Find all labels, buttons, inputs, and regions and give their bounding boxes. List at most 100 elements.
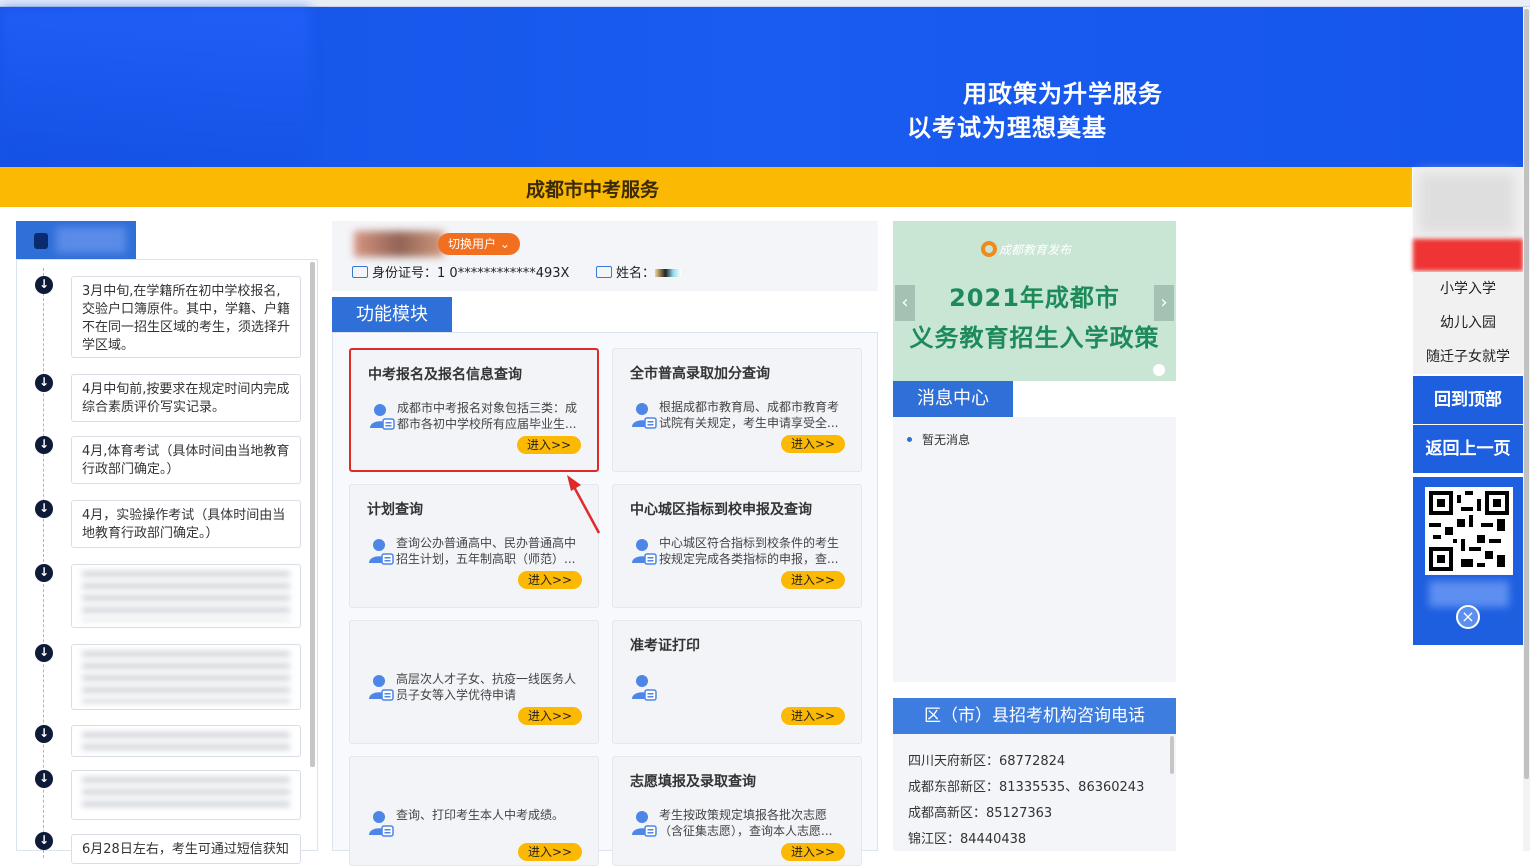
function-card-desc: 中心城区符合指标到校条件的考生按规定完成各类指标的申报，查... xyxy=(659,536,840,566)
timeline-card-blurred xyxy=(71,644,301,710)
function-card-desc: 查询公办普通高中、民办普通高中招生计划，五年制高职（师范）... xyxy=(396,536,577,566)
function-card-title: 中心城区指标到校申报及查询 xyxy=(630,502,812,518)
qr-code-icon xyxy=(1425,487,1513,575)
page-scrollbar[interactable] xyxy=(1523,7,1530,851)
user-document-icon xyxy=(368,809,394,837)
timeline-tab xyxy=(16,221,136,259)
blurred-red xyxy=(1413,239,1523,271)
switch-user-button[interactable]: 切换用户 ⌄ xyxy=(438,233,520,255)
carousel-next-button[interactable]: › xyxy=(1154,285,1174,321)
timeline-panel: ↓ 3月中旬,在学籍所在初中学校报名,交验户口簿原件。其中，学籍、户籍不在同一招… xyxy=(16,221,318,864)
carousel-logo: 成都教育发布 xyxy=(981,241,1071,258)
arrow-down-icon: ↓ xyxy=(35,644,53,662)
user-document-icon xyxy=(368,537,394,565)
floating-menu-header-blurred xyxy=(1413,167,1523,272)
function-card[interactable]: 中考报名及报名信息查询 成都市中考报名对象包括三类：成都市各初中学校所有应届毕业生… xyxy=(349,348,599,472)
timeline-box[interactable]: ↓ 3月中旬,在学籍所在初中学校报名,交验户口簿原件。其中，学籍、户籍不在同一招… xyxy=(16,259,318,864)
message-center-tab[interactable]: 消息中心 xyxy=(893,381,1013,417)
link-kindergarten[interactable]: 幼儿入园 xyxy=(1413,306,1523,340)
enter-button[interactable]: 进入>> xyxy=(781,571,845,589)
phone-row: 成都东部新区：81335535、86360243 xyxy=(908,780,1145,795)
timeline-card: 4月中旬前,按要求在规定时间内完成综合素质评价写实记录。 xyxy=(71,374,301,422)
timeline-card-blurred xyxy=(71,725,301,757)
arrow-down-icon: ↓ xyxy=(35,725,53,743)
link-primary-school[interactable]: 小学入学 xyxy=(1413,272,1523,306)
id-label: 身份证号： xyxy=(372,266,438,281)
user-document-icon xyxy=(631,809,657,837)
function-card[interactable]: 志愿填报及录取查询考生按政策规定填报各批次志愿（含征集志愿），查询本人志愿...… xyxy=(612,756,862,866)
function-card[interactable]: 准考证打印 进入>> xyxy=(612,620,862,744)
timeline-tab-label-blurred xyxy=(56,227,126,253)
phone-row: 四川天府新区：68772824 xyxy=(908,754,1066,769)
enter-button[interactable]: 进入>> xyxy=(518,843,582,861)
annotation-arrow xyxy=(567,475,601,534)
back-previous-button[interactable]: 返回上一页 xyxy=(1413,425,1523,473)
back-to-top-button[interactable]: 回到顶部 xyxy=(1413,376,1523,424)
function-card-desc: 考生按政策规定填报各批次志愿（含征集志愿），查询本人志愿... xyxy=(659,808,833,838)
function-card-title: 全市普高录取加分查询 xyxy=(630,366,770,382)
arrow-down-icon: ↓ xyxy=(35,500,53,518)
timeline-card: 4月，实验操作考试（具体时间由当地教育行政部门确定。） xyxy=(71,500,301,548)
id-card-icon xyxy=(352,266,368,278)
function-tab[interactable]: 功能模块 xyxy=(332,297,452,333)
timeline-card: 6月28日左右，考生可通过短信获知 xyxy=(71,834,301,864)
user-info-bar: 切换用户 ⌄ 身份证号：1 0************493X 姓名： xyxy=(332,221,878,291)
function-card[interactable]: 中心城区指标到校申报及查询中心城区符合指标到校条件的考生按规定完成各类指标的申报… xyxy=(612,484,862,608)
function-card-desc: 查询、打印考生本人中考成绩。 xyxy=(396,808,565,822)
user-document-icon xyxy=(369,402,395,430)
carousel-line-1: 2021年成都市 xyxy=(949,284,1120,312)
enter-button[interactable]: 进入>> xyxy=(781,843,845,861)
title-bar: 成都市中考服务 xyxy=(0,167,1412,207)
user-document-icon xyxy=(368,673,394,701)
top-banner: 用政策为升学服务 以考试为理想奠基 xyxy=(0,7,1523,167)
carousel-indicator-dot[interactable] xyxy=(1153,364,1165,376)
function-panel: 功能模块 中考报名及报名信息查询 成都市中考报名对象包括三类：成都市各初中学校所有… xyxy=(332,297,878,866)
enter-button[interactable]: 进入>> xyxy=(781,435,845,453)
logo-ring-icon xyxy=(981,241,997,257)
name-line: 姓名： xyxy=(596,262,682,281)
timeline-card: 4月,体育考试（具体时间由当地教育行政部门确定。） xyxy=(71,436,301,484)
qr-code-box: × xyxy=(1413,477,1523,645)
qr-caption-blurred xyxy=(1429,581,1509,607)
message-item: 暂无消息 xyxy=(907,431,970,448)
name-card-icon xyxy=(596,266,612,278)
enter-button[interactable]: 进入>> xyxy=(518,707,582,725)
user-name-blurred xyxy=(354,231,444,257)
policy-carousel[interactable]: 成都教育发布 2021年成都市 义务教育招生入学政策 ‹ › xyxy=(893,221,1176,381)
banner-slogan-2: 以考试为理想奠基 xyxy=(907,113,1107,142)
arrow-down-icon: ↓ xyxy=(35,436,53,454)
browser-top-strip xyxy=(0,0,1530,7)
timeline-scrollbar[interactable] xyxy=(310,262,315,767)
arrow-down-icon: ↓ xyxy=(35,374,53,392)
function-card-title: 计划查询 xyxy=(367,502,423,518)
enter-button[interactable]: 进入>> xyxy=(517,436,581,454)
banner-slogan-1: 用政策为升学服务 xyxy=(963,79,1163,108)
blurred-gray xyxy=(1419,173,1515,233)
function-card[interactable]: 高层次人才子女、抗疫一线医务人员子女等入学优待申请进入>> xyxy=(349,620,599,744)
user-document-icon xyxy=(631,673,657,701)
name-label: 姓名： xyxy=(616,266,656,281)
timeline-card-blurred xyxy=(71,564,301,628)
enter-button[interactable]: 进入>> xyxy=(518,571,582,589)
phone-row: 锦江区：84440438 xyxy=(908,832,1027,847)
function-card-desc: 根据成都市教育局、成都市教育考试院有关规定，考生申请享受全... xyxy=(659,400,840,430)
name-value-blurred xyxy=(655,269,682,277)
banner-logo-blurred xyxy=(0,7,310,167)
phone-row: 成都高新区：85127363 xyxy=(908,806,1053,821)
function-card-desc: 成都市中考报名对象包括三类：成都市各初中学校所有应届毕业生... xyxy=(397,401,578,431)
user-document-icon xyxy=(631,537,657,565)
function-card-title: 志愿填报及录取查询 xyxy=(630,774,756,790)
close-icon[interactable]: × xyxy=(1456,605,1480,629)
message-center-box: 暂无消息 xyxy=(893,417,1176,682)
function-card[interactable]: 全市普高录取加分查询根据成都市教育局、成都市教育考试院有关规定，考生申请享受全.… xyxy=(612,348,862,472)
function-card-desc: 高层次人才子女、抗疫一线医务人员子女等入学优待申请 xyxy=(396,672,577,702)
carousel-prev-button[interactable]: ‹ xyxy=(895,285,915,321)
enter-button[interactable]: 进入>> xyxy=(781,707,845,725)
arrow-down-icon: ↓ xyxy=(35,770,53,788)
page-scrollbar-thumb[interactable] xyxy=(1524,9,1529,779)
phone-scrollbar[interactable] xyxy=(1170,736,1174,774)
link-migrant-children[interactable]: 随迁子女就学 xyxy=(1413,340,1523,374)
id-value: 1 0************493X xyxy=(437,266,570,281)
phone-directory-box[interactable]: 四川天府新区：68772824 成都东部新区：81335535、86360243… xyxy=(893,734,1176,851)
function-card[interactable]: 查询、打印考生本人中考成绩。进入>> xyxy=(349,756,599,866)
